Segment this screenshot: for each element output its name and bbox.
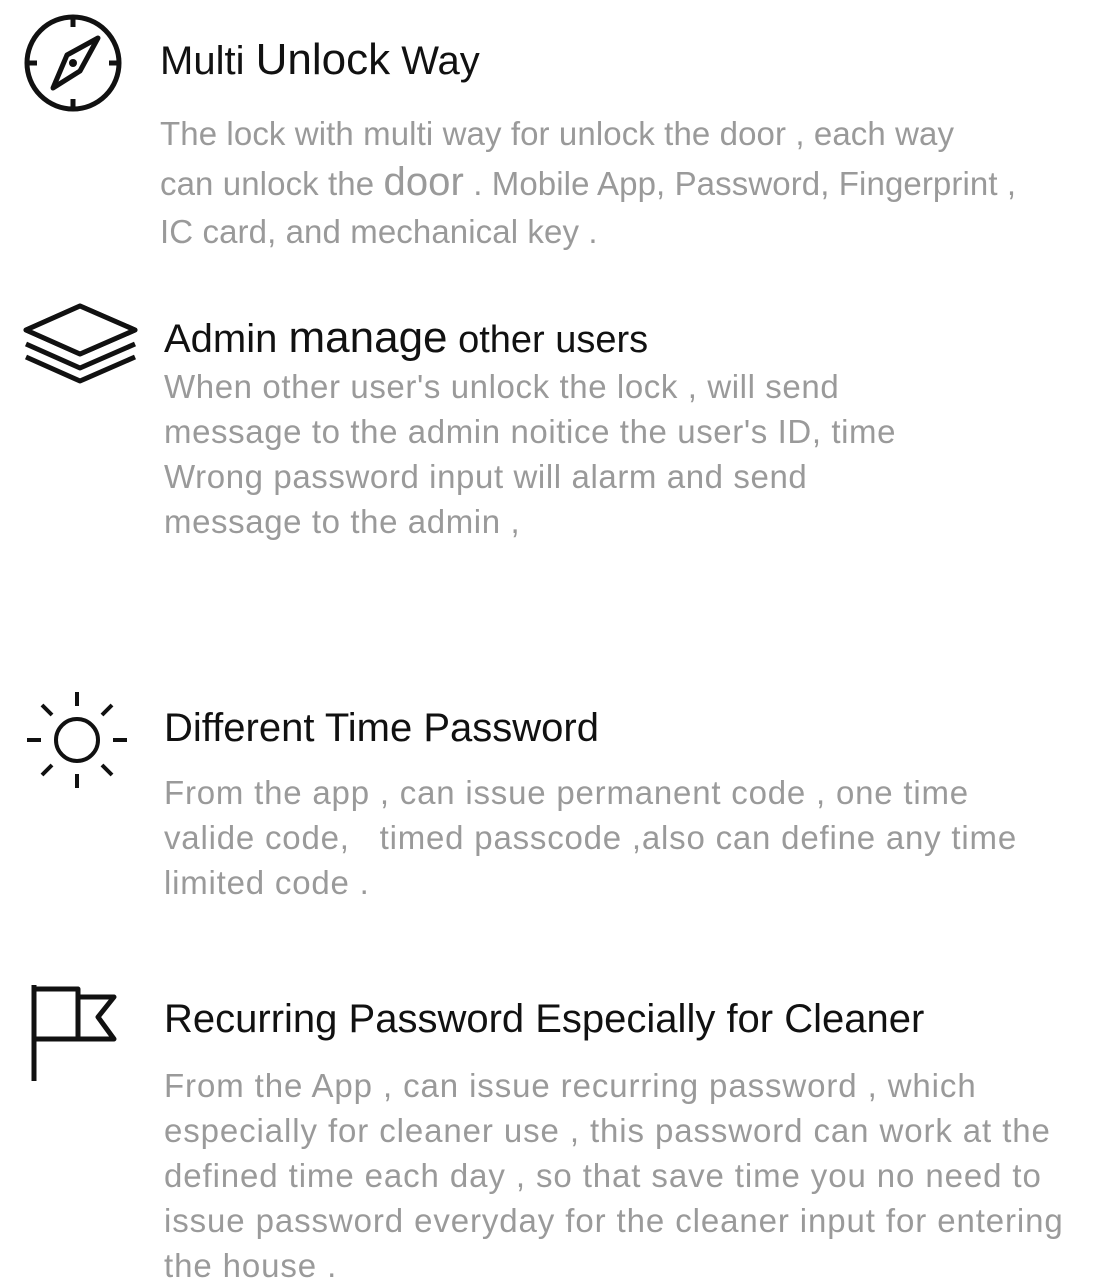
flag-icon <box>28 981 118 1085</box>
feature-different-time-password: Different Time Password From the app , c… <box>0 680 1114 920</box>
feature-recurring-password: Recurring Password Especially for Cleane… <box>0 975 1114 1287</box>
feature-description: The lock with multi way for unlock the d… <box>160 115 1017 250</box>
layers-icon <box>22 292 142 392</box>
feature-title: Admin manage other users <box>164 313 649 362</box>
feature-description: From the App , can issue recurring passw… <box>164 1067 1064 1284</box>
sun-icon <box>24 686 132 790</box>
feature-admin-manage: Admin manage other users When other user… <box>0 280 1114 580</box>
compass-icon <box>22 14 126 114</box>
feature-multi-unlock: Multi Unlock Way The lock with multi way… <box>0 0 1114 260</box>
feature-title: Recurring Password Especially for Cleane… <box>164 997 925 1041</box>
feature-title: Multi Unlock Way <box>160 35 480 84</box>
feature-description: When other user's unlock the lock , will… <box>164 368 897 540</box>
feature-description: From the app , can issue permanent code … <box>164 774 1017 901</box>
feature-title: Different Time Password <box>164 706 599 750</box>
